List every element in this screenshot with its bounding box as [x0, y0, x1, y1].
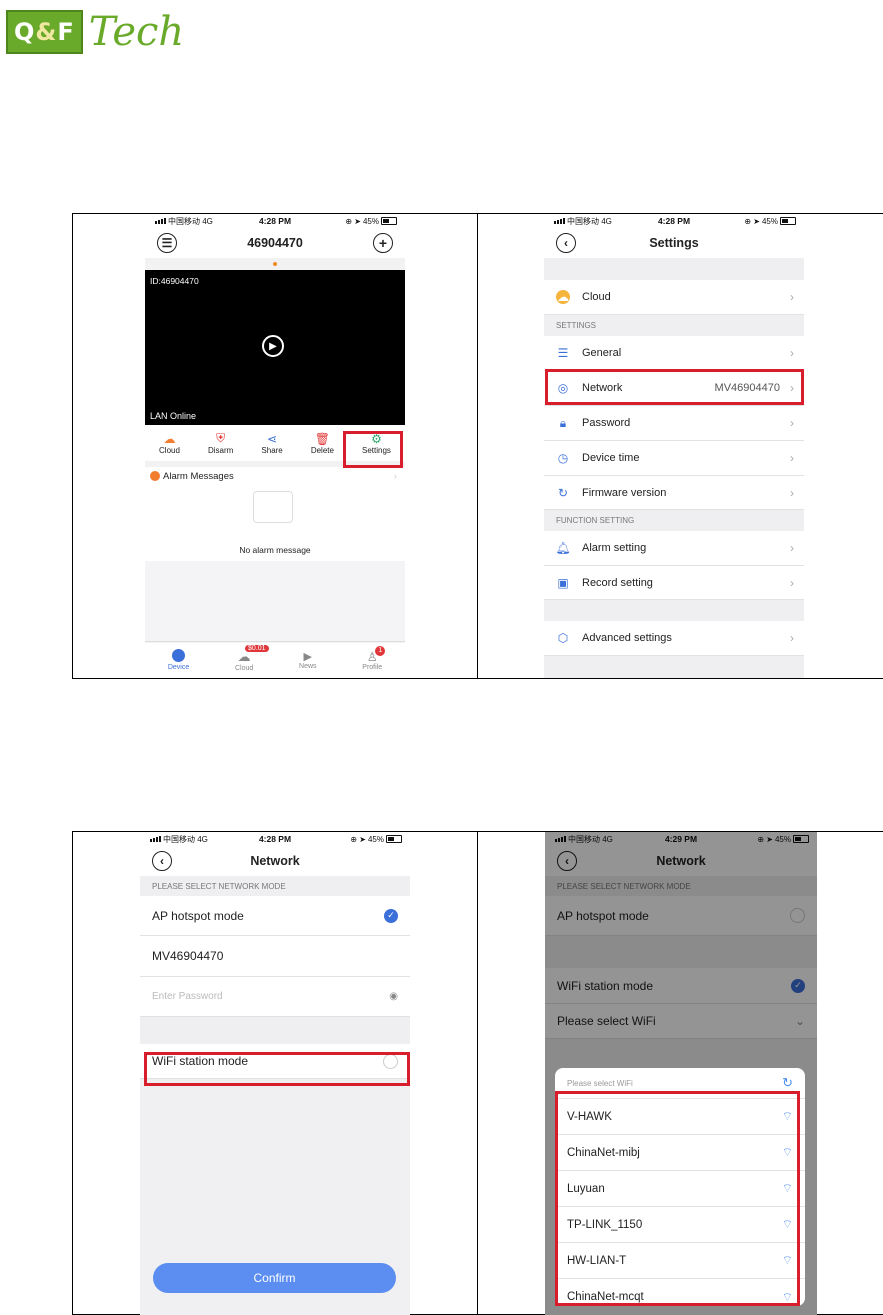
row-ap-mode[interactable]: AP hotspot mode ✓	[140, 896, 410, 936]
share-icon: ⋖	[267, 431, 278, 446]
video-status: LAN Online	[150, 411, 197, 421]
refresh-icon: ↻	[557, 485, 569, 500]
password-field[interactable]: Enter Password ◉	[140, 977, 410, 1017]
trash-icon: 🗑	[314, 431, 330, 446]
page-indicator	[273, 262, 277, 266]
lock-icon: 🔒︎	[559, 415, 567, 430]
top-table-divider	[477, 213, 478, 679]
cloud-badge: $0.01	[245, 644, 269, 652]
highlight-wifi-mode	[144, 1052, 410, 1086]
empty-message-icon	[253, 491, 293, 523]
row-advanced[interactable]: ⬡ Advanced settings ›	[544, 621, 804, 656]
cloud-icon: ☁	[556, 290, 570, 304]
video-id: ID:46904470	[150, 276, 199, 286]
section-function: FUNCTION SETTING	[544, 510, 804, 531]
logo-badge: Q&F	[6, 10, 83, 54]
highlight-wifi-list	[555, 1091, 800, 1306]
eye-icon[interactable]: ◉	[389, 991, 398, 1002]
play-icon: ▶	[303, 651, 313, 663]
tab-device[interactable]: Device	[168, 649, 189, 671]
tab-bar: Device ☁ Cloud $0.01 ▶ News ♙ Profile 1	[145, 641, 405, 678]
alarm-empty-state: No alarm message	[145, 485, 405, 561]
logo-script: Tech	[88, 9, 185, 55]
confirm-button[interactable]: Confirm	[153, 1263, 396, 1293]
menu-icon[interactable]: ☰	[157, 233, 177, 253]
row-general[interactable]: ☰ General ›	[544, 336, 804, 371]
cloud-icon: ☁	[163, 431, 176, 446]
shield-x-icon: ⛨	[216, 431, 226, 445]
status-bar: 中国移动 4G 4:28 PM ⊕ ➤ 45%	[544, 214, 804, 228]
action-share[interactable]: ⋖ Share	[261, 432, 282, 455]
add-icon[interactable]: +	[373, 233, 393, 253]
status-bar: 中国移动 4G 4:28 PM ⊕ ➤ 45%	[140, 832, 410, 846]
video-player[interactable]: ID:46904470 ▶ LAN Online	[145, 270, 405, 425]
device-title: 46904470	[247, 236, 303, 250]
device-icon	[172, 649, 186, 662]
settings-screen: 中国移动 4G 4:28 PM ⊕ ➤ 45% ‹ Settings ☁ Clou…	[544, 214, 804, 678]
record-icon: ▣	[557, 575, 569, 590]
tab-news[interactable]: ▶ News	[299, 650, 317, 670]
section-mode: PLEASE SELECT NETWORK MODE	[140, 876, 410, 896]
network-title: Network	[250, 854, 300, 868]
general-icon: ☰	[557, 346, 569, 360]
alarm-icon	[150, 471, 160, 481]
status-bar: 中国移动 4G 4:28 PM ⊕ ➤ 45%	[145, 214, 405, 228]
settings-title: Settings	[649, 236, 699, 250]
company-logo: Q&F Tech	[6, 9, 185, 55]
tab-profile[interactable]: ♙ Profile 1	[362, 645, 386, 671]
refresh-icon[interactable]: ↻	[782, 1075, 793, 1091]
row-record[interactable]: ▣ Record setting ›	[544, 566, 804, 600]
section-settings: SETTINGS	[544, 315, 804, 336]
action-disarm[interactable]: ⛨ Disarm	[208, 431, 233, 455]
clock-icon: ◷	[557, 451, 569, 465]
row-cloud[interactable]: ☁ Cloud ›	[544, 280, 804, 315]
row-password[interactable]: 🔒︎ Password ›	[544, 406, 804, 441]
bottom-table-divider	[477, 831, 478, 1315]
hexagon-icon: ⬡	[557, 631, 569, 645]
row-ssid: MV46904470	[140, 936, 410, 977]
row-device-time[interactable]: ◷ Device time ›	[544, 441, 804, 476]
profile-badge: 1	[375, 645, 386, 656]
highlight-settings	[343, 431, 403, 468]
row-firmware[interactable]: ↻ Firmware version ›	[544, 476, 804, 510]
bell-icon: 🔔︎	[555, 541, 571, 555]
back-icon[interactable]: ‹	[152, 851, 172, 871]
action-cloud[interactable]: ☁ Cloud	[159, 432, 180, 455]
play-icon[interactable]: ▶	[262, 335, 284, 357]
highlight-network	[545, 369, 804, 405]
back-icon[interactable]: ‹	[556, 233, 576, 253]
check-icon: ✓	[384, 908, 398, 923]
row-alarm[interactable]: 🔔︎ Alarm setting ›	[544, 531, 804, 566]
alarm-messages-header[interactable]: Alarm Messages ›	[145, 467, 405, 485]
tab-cloud[interactable]: ☁ Cloud $0.01	[235, 644, 269, 672]
action-delete[interactable]: 🗑 Delete	[311, 432, 334, 455]
